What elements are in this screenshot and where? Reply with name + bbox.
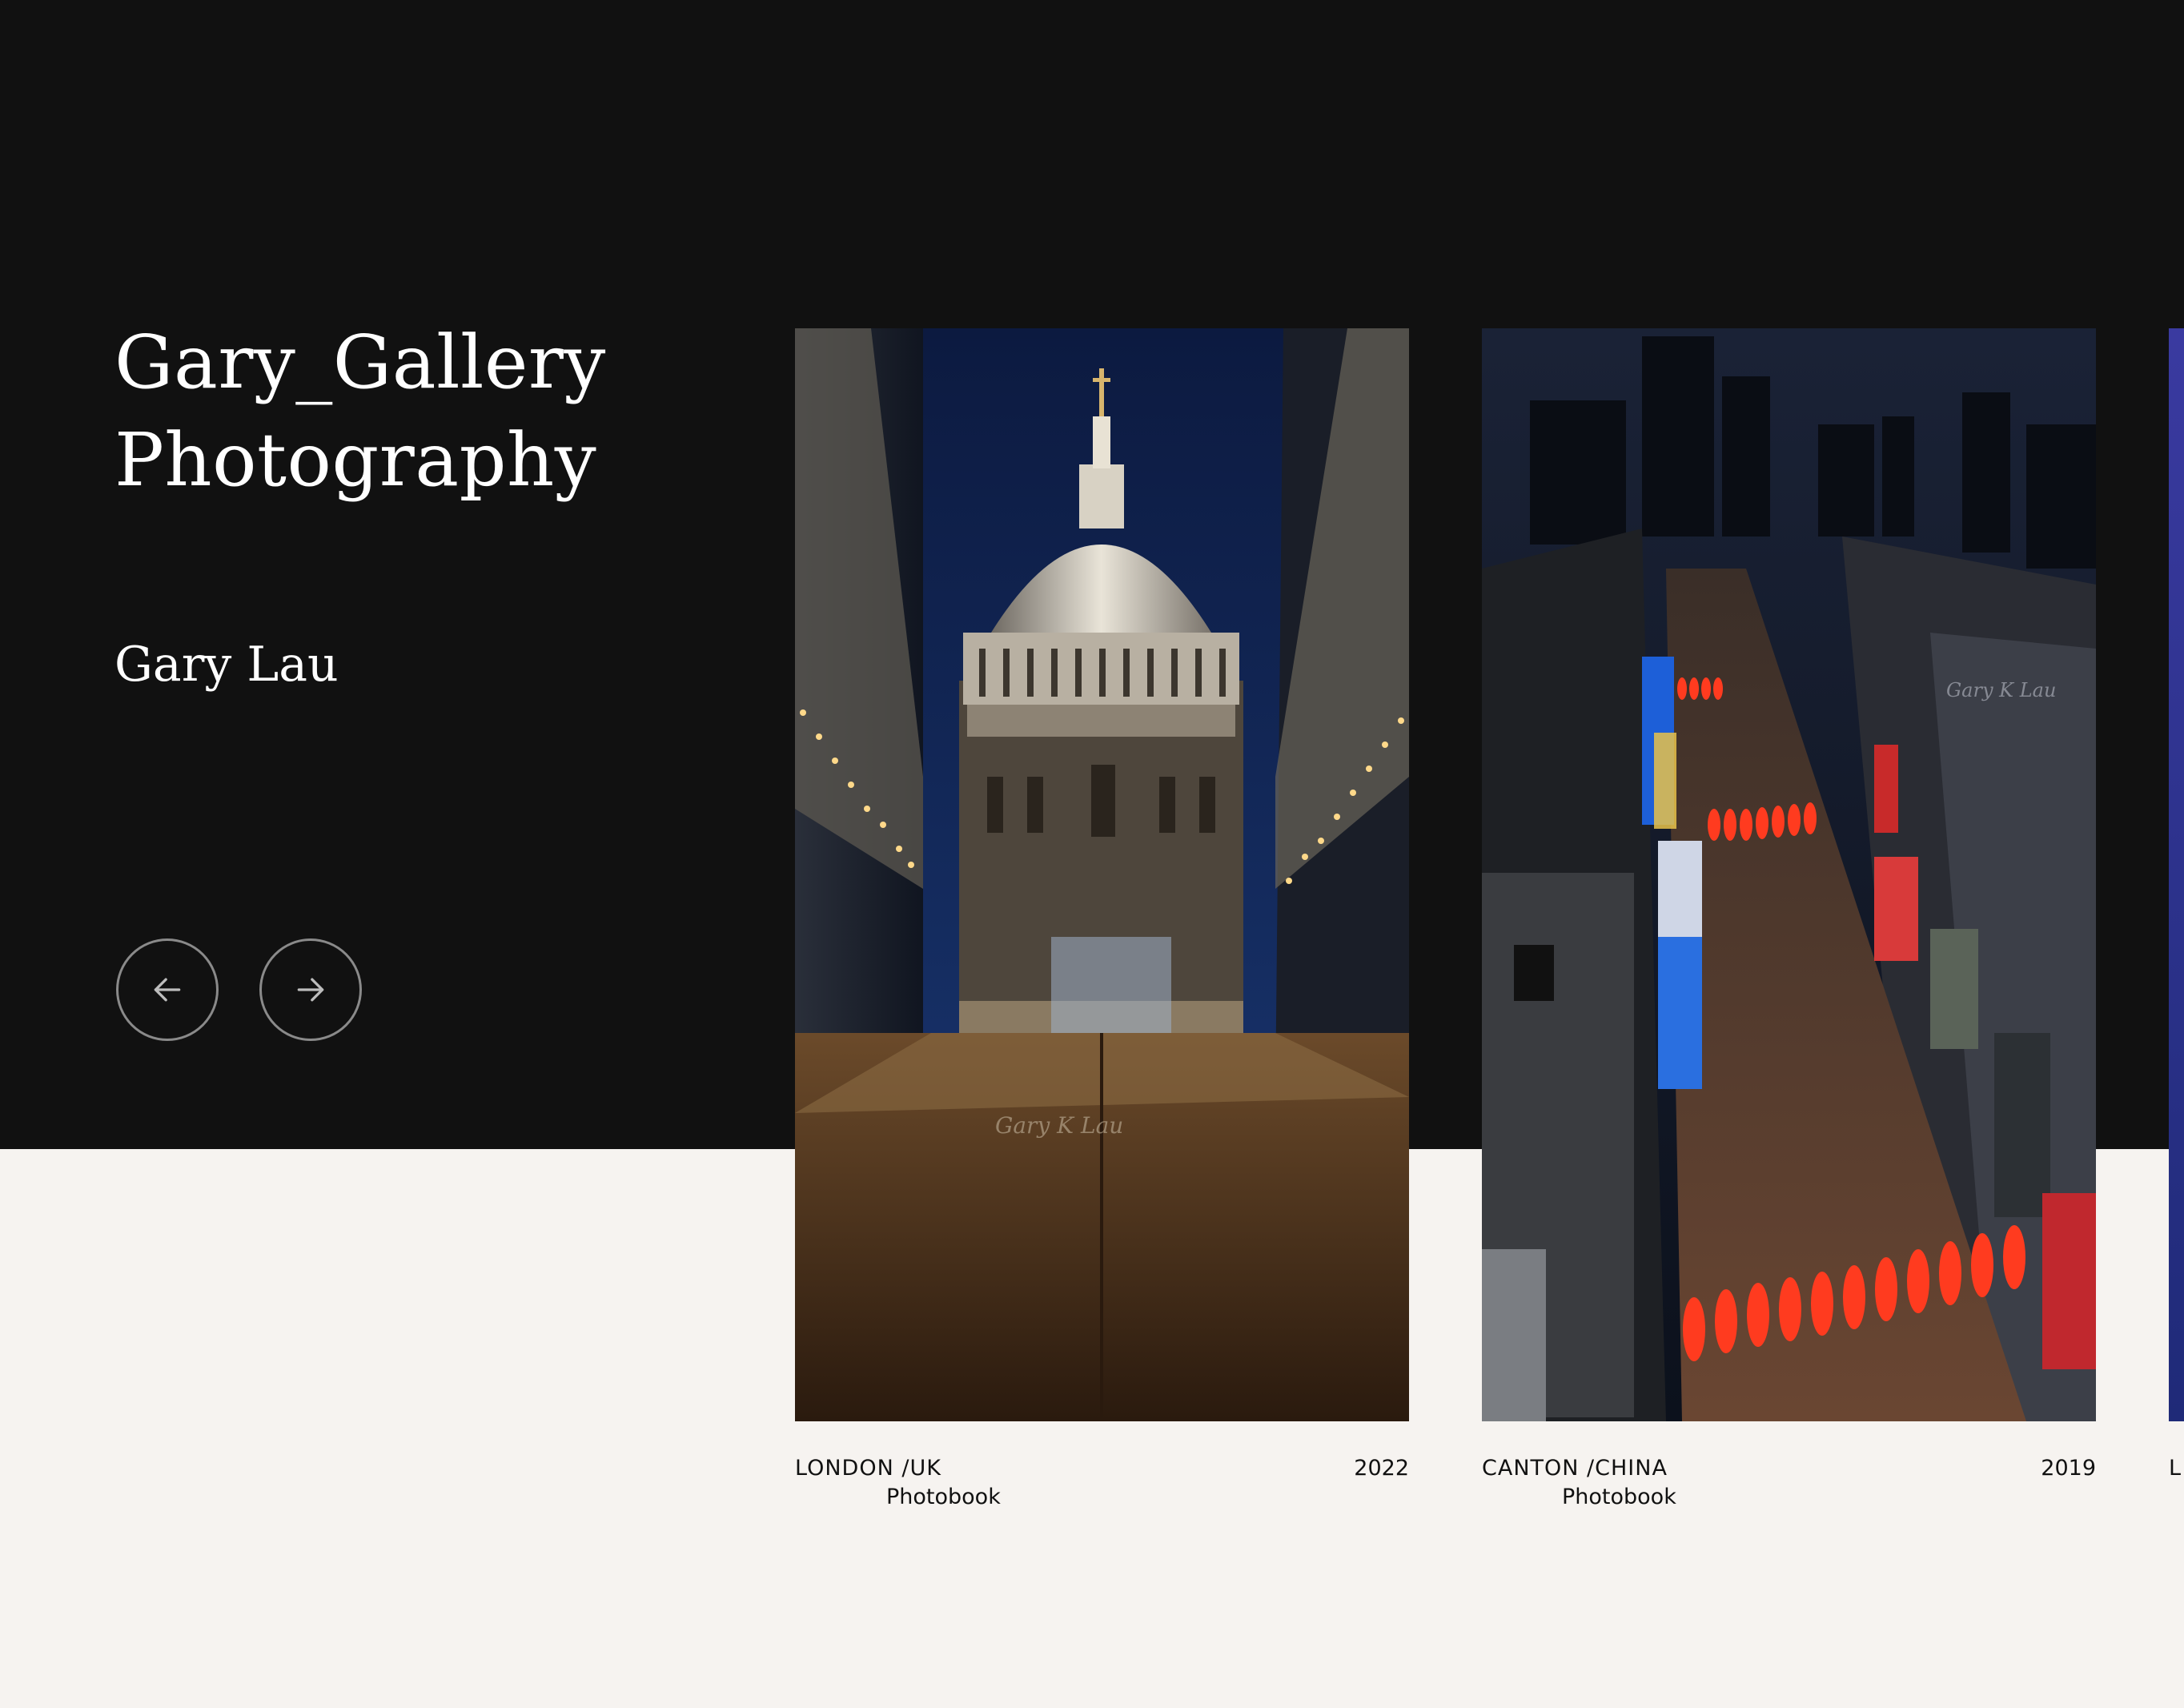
author-name: Gary Lau	[114, 637, 339, 693]
gallery-card-caption: CANTON /CHINA 2019 Photobook	[1482, 1421, 2096, 1509]
st-pauls-cathedral-image: Gary K Lau	[795, 328, 1409, 1421]
photo-watermark: Gary K Lau	[1946, 679, 2056, 701]
site-title: Gary_Gallery Photography	[114, 314, 606, 509]
gallery-photo-canton-street[interactable]: Gary K Lau	[1482, 328, 2096, 1421]
gallery-card-caption: LONDON /UK 2022 Photobook	[795, 1421, 1409, 1509]
gallery-year: 2022	[1354, 1456, 1409, 1481]
gallery-type: Photobook	[1562, 1485, 1676, 1509]
site-title-line-1: Gary_Gallery	[114, 319, 606, 405]
gallery-location: LONDON /UK	[795, 1456, 941, 1481]
site-title-line-2: Photography	[114, 417, 597, 503]
gallery-location: CANTON /CHINA	[1482, 1456, 1668, 1481]
canton-street-image: Gary K Lau	[1482, 328, 2096, 1421]
gallery-card-canton[interactable]: Gary K Lau CANTON /CHINA 2019 Photobook	[1482, 328, 2096, 1509]
photo-watermark: Gary K Lau	[995, 1112, 1123, 1139]
gallery-year: 2019	[2041, 1456, 2096, 1481]
gallery-card-caption: L	[2169, 1421, 2184, 1493]
gallery-location: L	[2169, 1456, 2182, 1481]
next-button[interactable]	[259, 938, 362, 1041]
previous-button[interactable]	[116, 938, 219, 1041]
arrow-right-icon	[297, 978, 324, 1002]
gallery-card-partial[interactable]: L	[2169, 328, 2184, 1493]
gallery-photo-partial[interactable]	[2169, 328, 2184, 1421]
gallery-type: Photobook	[886, 1485, 1001, 1509]
arrow-left-icon	[154, 978, 181, 1002]
gallery-card-london[interactable]: Gary K Lau LONDON /UK 2022 Photobook	[795, 328, 1409, 1509]
gallery-photo-st-pauls[interactable]: Gary K Lau	[795, 328, 1409, 1421]
